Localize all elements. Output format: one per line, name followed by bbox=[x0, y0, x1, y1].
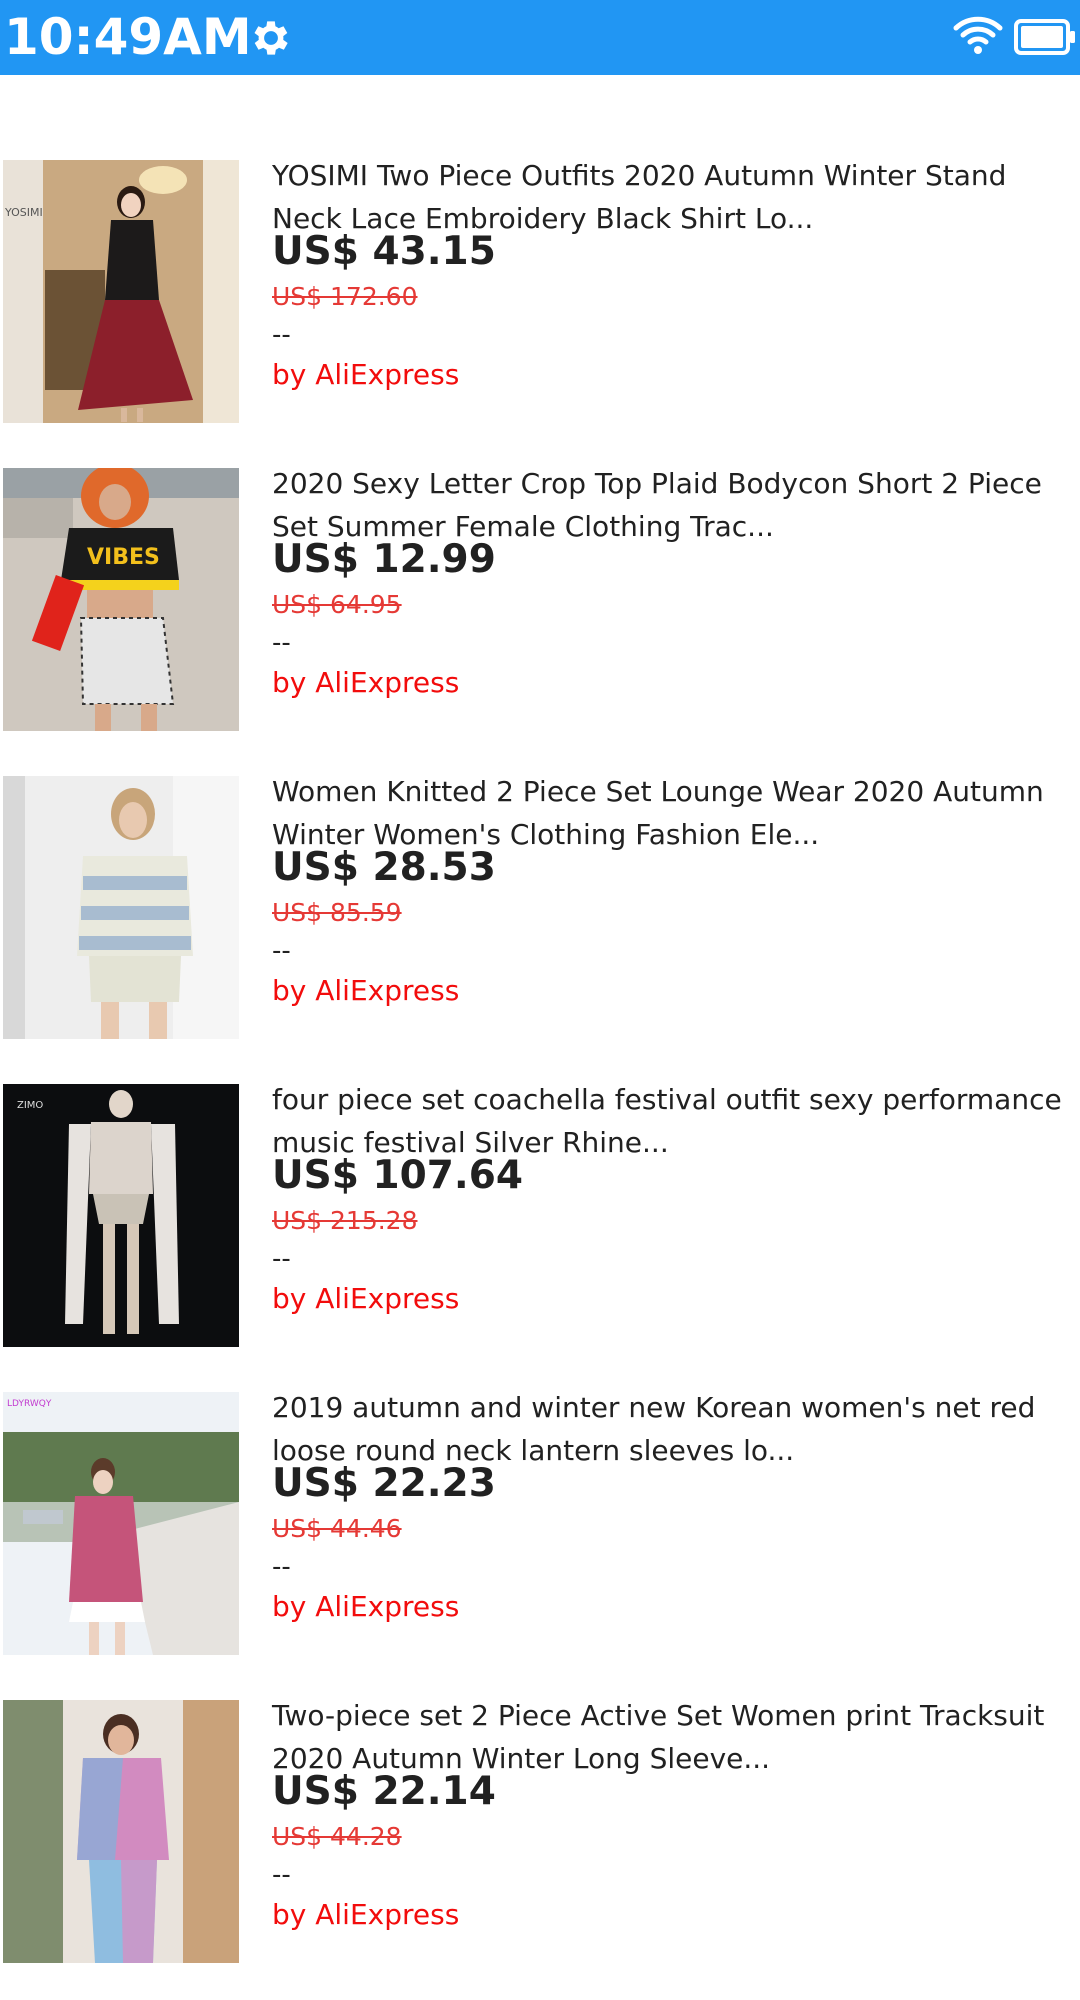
product-seller[interactable]: by AliExpress bbox=[272, 1895, 459, 1935]
product-rating: -- bbox=[272, 628, 291, 658]
product-price: US$ 22.23 bbox=[272, 1461, 496, 1506]
product-rating: -- bbox=[272, 1552, 291, 1582]
image-shirt-text: VIBES bbox=[87, 545, 160, 570]
product-rating: -- bbox=[272, 1244, 291, 1274]
status-time: 10:49AM bbox=[4, 8, 252, 66]
product-seller[interactable]: by AliExpress bbox=[272, 1587, 459, 1627]
product-price: US$ 22.14 bbox=[272, 1769, 496, 1814]
product-price: US$ 12.99 bbox=[272, 537, 496, 582]
image-brand-text: YOSIMI bbox=[4, 206, 43, 219]
battery-icon bbox=[1014, 19, 1075, 55]
status-bar: 10:49AM bbox=[0, 0, 1080, 75]
gear-icon bbox=[254, 21, 288, 55]
product-price: US$ 28.53 bbox=[272, 845, 496, 890]
product-original-price: US$ 64.95 bbox=[272, 590, 402, 619]
product-seller[interactable]: by AliExpress bbox=[272, 971, 459, 1011]
product-image[interactable]: LDYRWQY bbox=[3, 1392, 239, 1655]
product-rating: -- bbox=[272, 320, 291, 350]
product-rating: -- bbox=[272, 936, 291, 966]
product-image[interactable]: YOSIMI bbox=[3, 160, 239, 423]
product-item[interactable]: VIBES 2020 Sexy Letter Crop Top Plaid Bo… bbox=[0, 467, 1080, 768]
product-original-price: US$ 44.28 bbox=[272, 1822, 402, 1851]
product-seller[interactable]: by AliExpress bbox=[272, 663, 459, 703]
product-item[interactable]: Two-piece set 2 Piece Active Set Women p… bbox=[0, 1699, 1080, 2000]
wifi-icon bbox=[953, 16, 1003, 54]
image-brand-text: ZIMO bbox=[17, 1100, 43, 1111]
image-brand-text: LDYRWQY bbox=[7, 1399, 52, 1409]
product-seller[interactable]: by AliExpress bbox=[272, 1279, 459, 1319]
product-image[interactable]: ZIMO bbox=[3, 1084, 239, 1347]
product-seller[interactable]: by AliExpress bbox=[272, 355, 459, 395]
product-original-price: US$ 215.28 bbox=[272, 1206, 418, 1235]
product-price: US$ 43.15 bbox=[272, 229, 496, 274]
product-original-price: US$ 172.60 bbox=[272, 282, 418, 311]
product-image[interactable] bbox=[3, 1700, 239, 1963]
product-item[interactable]: YOSIMI YOSIMI Two Piece Outfits 2020 Aut… bbox=[0, 159, 1080, 460]
product-original-price: US$ 44.46 bbox=[272, 1514, 402, 1543]
product-item[interactable]: Women Knitted 2 Piece Set Lounge Wear 20… bbox=[0, 775, 1080, 1076]
product-image[interactable]: VIBES bbox=[3, 468, 239, 731]
product-original-price: US$ 85.59 bbox=[272, 898, 402, 927]
product-price: US$ 107.64 bbox=[272, 1153, 523, 1198]
product-image[interactable] bbox=[3, 776, 239, 1039]
product-rating: -- bbox=[272, 1860, 291, 1890]
product-item[interactable]: ZIMO four piece set coachella festival o… bbox=[0, 1083, 1080, 1384]
product-item[interactable]: LDYRWQY 2019 autumn and winter new Korea… bbox=[0, 1391, 1080, 1692]
